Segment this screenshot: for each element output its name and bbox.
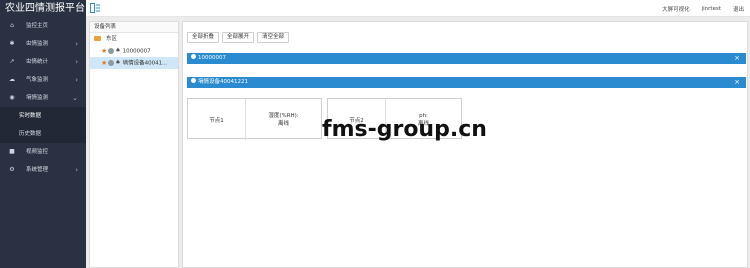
device-tree-panel: 设备列表 东区 ★ ♠ 10000007 ★ ♠ 墒情设备40041... xyxy=(89,21,179,268)
status-dot-icon xyxy=(191,54,196,59)
clear-all-button[interactable]: 清空全部 xyxy=(257,32,290,43)
globe-icon: ◉ xyxy=(9,94,15,101)
top-links: 大屏可视化 jinrtest 退出 xyxy=(656,0,750,17)
reading-label: 湿度(%RH): xyxy=(268,112,299,119)
node-card: 节点1 湿度(%RH): 离线 xyxy=(187,98,322,140)
sidebar-item-pest-monitor[interactable]: ✱ 虫情监测 › xyxy=(0,35,86,53)
tree-node-label: 东区 xyxy=(106,36,118,42)
sidebar-toggle-icon[interactable] xyxy=(90,3,100,13)
sidebar-item-pest-stats[interactable]: ↗ 虫情统计 › xyxy=(0,53,86,71)
device-detail-panel: 全部折叠 全部展开 清空全部 10000007 × 墒情设备40041221 ×… xyxy=(182,21,748,268)
sidebar-subitem-history[interactable]: 历史数据 xyxy=(0,125,86,143)
sidebar-item-soil[interactable]: ◉ 墒情监测 ⌄ xyxy=(0,89,86,107)
person-icon: ♠ xyxy=(115,59,121,66)
app-title: 农业四情测报平台 xyxy=(0,0,86,17)
sidebar-item-video[interactable]: ■ 视频监控 xyxy=(0,143,86,161)
sidebar-item-label: 监控主页 xyxy=(26,23,49,29)
status-dot-icon xyxy=(191,78,196,83)
tree-node-label: 墒情设备40041... xyxy=(122,60,168,67)
tree-node-label: 10000007 xyxy=(122,48,151,55)
gear-icon: ⚙ xyxy=(9,166,15,173)
top-bar: 大屏可视化 jinrtest 退出 xyxy=(86,0,750,17)
cloud-icon: ☁ xyxy=(9,76,15,83)
big-screen-link[interactable]: 大屏可视化 xyxy=(656,5,696,13)
bug-icon: ✱ xyxy=(9,40,15,47)
star-icon: ★ xyxy=(101,59,108,67)
chevron-right-icon: › xyxy=(75,40,78,48)
star-icon: ★ xyxy=(101,47,108,55)
chart-line-icon: ↗ xyxy=(9,58,15,65)
device-title: 墒情设备40041221 xyxy=(198,79,248,85)
app-window: 农业四情测报平台 ⌂ 监控主页 ✱ 虫情监测 › ↗ 虫情统计 › ☁ 气象监测… xyxy=(0,0,750,268)
node-name: 节点1 xyxy=(188,99,246,140)
sidebar-item-label: 墒情监测 xyxy=(26,95,49,101)
sidebar: 农业四情测报平台 ⌂ 监控主页 ✱ 虫情监测 › ↗ 虫情统计 › ☁ 气象监测… xyxy=(0,0,86,268)
person-icon: ♠ xyxy=(115,47,121,54)
home-icon: ⌂ xyxy=(10,22,14,29)
collapse-all-button[interactable]: 全部折叠 xyxy=(187,32,220,43)
sidebar-item-label: 气象监测 xyxy=(26,77,49,83)
sidebar-subitem-realtime[interactable]: 实时数据 xyxy=(0,107,86,125)
sidebar-submenu: 实时数据 历史数据 xyxy=(0,107,86,143)
sidebar-item-home[interactable]: ⌂ 监控主页 xyxy=(0,17,86,35)
close-icon[interactable]: × xyxy=(734,77,740,88)
chevron-right-icon: › xyxy=(75,76,78,84)
chevron-right-icon: › xyxy=(75,166,78,174)
chevron-down-icon: ⌄ xyxy=(72,94,78,102)
node-reading: 湿度(%RH): 离线 xyxy=(246,99,321,140)
toolbar: 全部折叠 全部展开 清空全部 xyxy=(187,32,290,43)
close-icon[interactable]: × xyxy=(734,53,740,64)
sidebar-item-label: 虫情统计 xyxy=(26,59,49,65)
sidebar-item-system[interactable]: ⚙ 系统管理 › xyxy=(0,161,86,179)
globe-icon xyxy=(108,60,115,66)
tree-node-device-selected[interactable]: ★ ♠ 墒情设备40041... xyxy=(90,57,178,69)
sidebar-item-label: 虫情监测 xyxy=(26,41,49,47)
logout-link[interactable]: 退出 xyxy=(727,5,750,13)
globe-icon xyxy=(108,48,115,54)
device-title: 10000007 xyxy=(198,55,226,61)
tree-node-device[interactable]: ★ ♠ 10000007 xyxy=(90,45,178,57)
sidebar-item-label: 视频监控 xyxy=(26,149,49,155)
folder-icon xyxy=(94,36,101,41)
chevron-right-icon: › xyxy=(75,58,78,66)
content-area: 设备列表 东区 ★ ♠ 10000007 ★ ♠ 墒情设备40041... 全部折叠 全… xyxy=(86,17,750,268)
reading-value: 离线 xyxy=(277,120,289,127)
device-header[interactable]: 墒情设备40041221 × xyxy=(187,77,746,88)
device-list-title: 设备列表 xyxy=(90,22,178,33)
device-header[interactable]: 10000007 × xyxy=(187,53,746,64)
video-icon: ■ xyxy=(9,148,15,155)
watermark-text: fms-group.cn xyxy=(322,117,487,142)
sidebar-item-label: 系统管理 xyxy=(26,167,49,173)
sidebar-item-weather[interactable]: ☁ 气象监测 › xyxy=(0,71,86,89)
tree-node-root[interactable]: 东区 xyxy=(90,33,178,45)
expand-all-button[interactable]: 全部展开 xyxy=(222,32,255,43)
username-link[interactable]: jinrtest xyxy=(696,6,727,12)
